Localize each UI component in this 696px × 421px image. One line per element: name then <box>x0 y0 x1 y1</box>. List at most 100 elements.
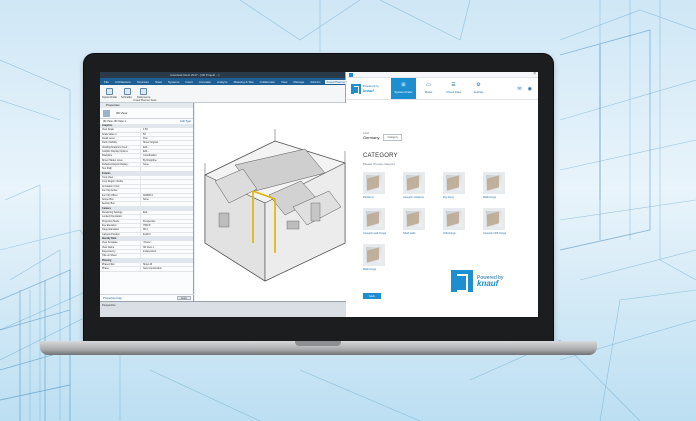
property-value[interactable]: 304800.0 <box>140 193 193 197</box>
property-name: Eye Elevation <box>102 223 117 227</box>
property-value[interactable] <box>140 189 193 193</box>
property-value[interactable] <box>140 202 193 206</box>
property-value[interactable]: 3D View 1 <box>140 245 193 249</box>
type-selector[interactable]: 3D View <box>100 108 193 119</box>
category-label: Partitions <box>363 196 374 199</box>
property-name: Identity Data <box>102 236 117 240</box>
property-value[interactable]: Independent <box>140 249 193 254</box>
property-name: Camera <box>102 206 111 210</box>
schnellpruefung-ribbon-button[interactable] <box>124 88 131 95</box>
property-name: Annotation Crop <box>102 184 120 188</box>
property-value[interactable]: Coordination <box>140 154 193 158</box>
instance-selector[interactable]: 3D View: 3D View 1 Edit Type <box>100 119 193 124</box>
check-data-icon: ☰ <box>451 82 456 88</box>
ribbon-tab[interactable]: Add-Ins <box>308 80 322 84</box>
ribbon-tab[interactable]: Massing & Site <box>232 80 256 84</box>
property-value[interactable]: Edit... <box>140 210 193 215</box>
property-value[interactable] <box>140 176 193 180</box>
back-button[interactable]: back <box>363 293 381 299</box>
property-value[interactable]: 7660.8 <box>140 223 193 228</box>
category-card[interactable]: Partitions <box>363 172 387 199</box>
category-panel: Land Germany Category CATEGORY Please ch… <box>363 132 528 271</box>
property-value[interactable] <box>140 124 193 128</box>
property-value[interactable]: Edit... <box>140 150 193 154</box>
category-label: Wall linings <box>483 196 497 199</box>
property-value[interactable]: <None> <box>140 241 193 245</box>
3d-view-canvas[interactable] <box>195 103 346 301</box>
model-icon: ▭ <box>426 82 431 88</box>
property-value[interactable] <box>140 215 193 219</box>
property-name: Crop Region Visible <box>102 180 124 184</box>
property-value[interactable]: By Discipline <box>140 158 193 163</box>
property-value[interactable] <box>140 171 193 176</box>
property-value[interactable]: Fine <box>140 137 193 141</box>
ribbon-tab[interactable]: View <box>279 80 289 84</box>
property-name: Detail Level <box>102 137 115 141</box>
property-value[interactable]: Perspective <box>140 219 193 223</box>
property-value[interactable]: 1:50 <box>140 128 193 132</box>
category-card[interactable]: Acoustic infill linings <box>483 208 507 235</box>
property-name: Scope Box <box>102 197 114 201</box>
property-value[interactable]: Show Original <box>140 141 193 145</box>
ribbon-tab[interactable]: Analyze <box>215 80 230 84</box>
ribbon-tab[interactable]: Insert <box>183 80 195 84</box>
nav-system-finder[interactable]: ⊞ System-Finder <box>391 78 416 99</box>
property-value[interactable] <box>140 206 193 210</box>
property-name: Far Clip Offset <box>102 193 118 197</box>
category-label: Infill linings <box>443 232 456 235</box>
ribbon-tab[interactable]: Architecture <box>113 80 133 84</box>
category-card[interactable]: Infill linings <box>443 208 467 235</box>
category-card[interactable]: Shaft walls <box>403 208 427 235</box>
ribbon-tab[interactable]: Manage <box>291 80 306 84</box>
property-value[interactable] <box>140 167 193 171</box>
systemfinder-ribbon-button[interactable] <box>106 88 113 95</box>
property-value[interactable] <box>140 258 193 262</box>
ribbon-tab[interactable]: File <box>102 80 111 84</box>
property-value[interactable]: None <box>140 163 193 167</box>
apply-button[interactable]: Apply <box>177 296 191 300</box>
property-name: View Name <box>102 245 115 249</box>
revit-window: Autodesk Revit 2017 - [3D Projekt ...] F… <box>100 72 356 317</box>
edit-type-button[interactable]: Edit Type <box>180 119 191 124</box>
ribbon-tab[interactable]: Collaborate <box>258 80 277 84</box>
property-value[interactable] <box>140 184 193 189</box>
system-finder-icon: ⊞ <box>401 82 406 88</box>
dokumente-ribbon-button[interactable] <box>140 88 147 95</box>
user-icon[interactable]: ◉ <box>528 86 532 92</box>
ribbon-tab[interactable]: Annotate <box>197 80 213 84</box>
property-name: Phasing <box>102 258 112 262</box>
ribbon-tab[interactable]: Systems <box>166 80 182 84</box>
nav-label: Settings <box>473 90 484 94</box>
category-card[interactable]: Acoustic wall linings <box>363 208 387 235</box>
nav-settings[interactable]: ⚙ Settings <box>466 78 491 99</box>
category-chip[interactable]: Category <box>383 134 402 141</box>
property-value[interactable]: 98.4 <box>140 228 193 232</box>
property-value[interactable]: None <box>140 197 193 202</box>
property-row[interactable]: Phase New Construction <box>100 267 193 272</box>
property-value[interactable]: 50 <box>140 132 193 137</box>
category-thumbnail <box>443 172 465 194</box>
category-label: Wall linings <box>363 268 377 271</box>
ribbon-tab[interactable]: Steel <box>153 80 164 84</box>
category-card[interactable]: Wall linings <box>363 244 387 271</box>
property-value[interactable] <box>140 180 193 184</box>
property-value[interactable]: New Construction <box>140 267 193 271</box>
property-value[interactable]: Show All <box>140 263 193 267</box>
category-label: Shaft walls <box>403 232 416 235</box>
close-icon[interactable]: × <box>533 72 536 77</box>
property-value[interactable]: Explicit <box>140 232 193 236</box>
country-filter[interactable]: Land Germany Category <box>363 132 528 141</box>
category-card[interactable]: Acoustic solutions <box>403 172 427 199</box>
ribbon-tab[interactable]: Structure <box>135 80 151 84</box>
property-value[interactable]: Edit... <box>140 145 193 150</box>
property-name: View Scale <box>102 128 114 132</box>
property-value[interactable] <box>140 236 193 241</box>
nav-model[interactable]: ▭ Model <box>416 78 441 99</box>
nav-check-data[interactable]: ☰ Check Data <box>441 78 466 99</box>
property-name: Scale Value 1: <box>102 132 118 136</box>
category-card[interactable]: Wall linings <box>483 172 507 199</box>
category-subtitle: Please choose category <box>363 162 396 166</box>
property-value[interactable] <box>140 254 193 258</box>
category-card[interactable]: Dry lining <box>443 172 467 199</box>
mail-icon[interactable]: ✉ <box>517 86 521 92</box>
